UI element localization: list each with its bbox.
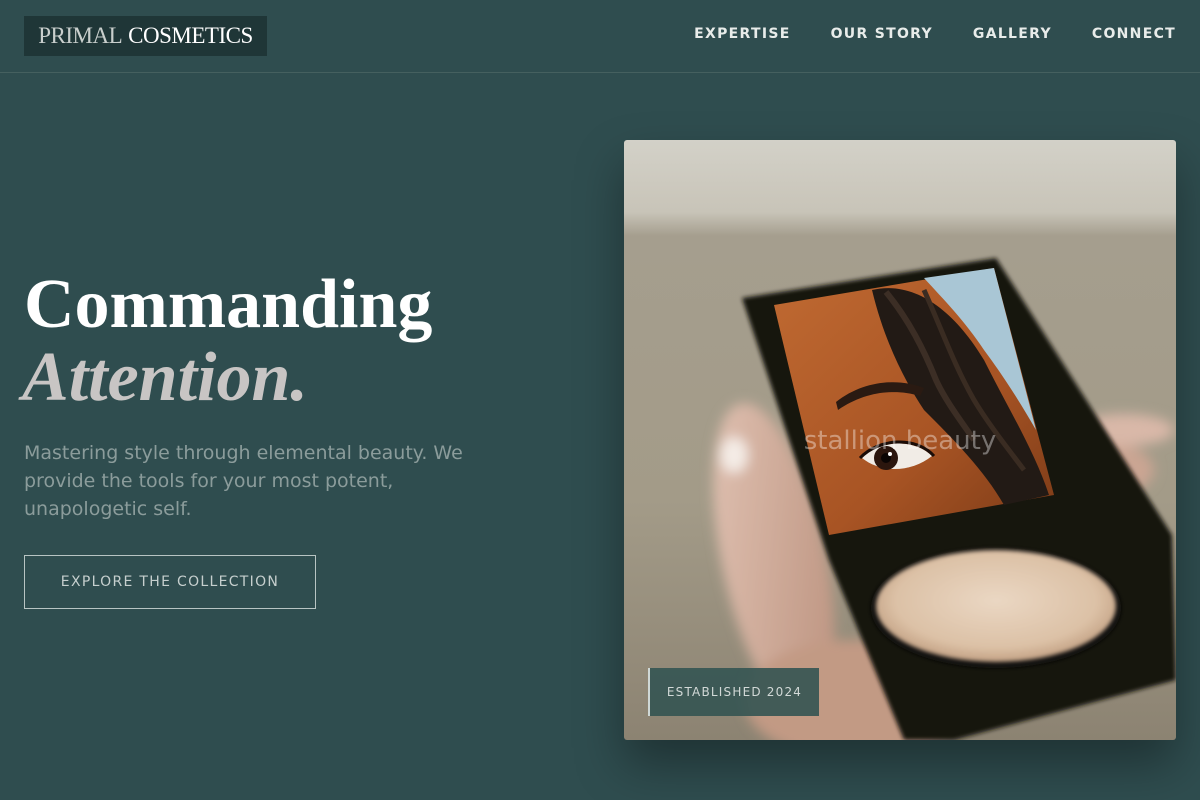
nav-item-expertise[interactable]: EXPERTISE (694, 26, 790, 42)
nav-item-connect[interactable]: CONNECT (1092, 26, 1176, 42)
hero-subtitle: Mastering style through elemental beauty… (24, 442, 463, 520)
photo-watermark: stallion beauty (803, 426, 997, 456)
hero-photo: stallion beauty ESTABLISHED 2024 (624, 140, 1176, 740)
logo-text-cosmetics: COSMETICS (128, 23, 253, 48)
main-nav: EXPERTISE OUR STORY GALLERY CONNECT (694, 26, 1176, 42)
established-badge: ESTABLISHED 2024 (648, 668, 819, 716)
nav-item-gallery[interactable]: GALLERY (973, 26, 1052, 42)
hero-title: Commanding Attention. (22, 266, 433, 416)
nav-item-our-story[interactable]: OUR STORY (831, 26, 933, 42)
hero-title-line2: Attention. (22, 339, 308, 416)
explore-collection-button[interactable]: EXPLORE THE COLLECTION (24, 555, 316, 609)
site-header: PRIMAL COSMETICS EXPERTISE OUR STORY GAL… (0, 0, 1200, 73)
logo-text-primal: PRIMAL (38, 23, 123, 48)
hero-title-line1: Commanding (24, 266, 433, 343)
brand-logo[interactable]: PRIMAL COSMETICS (24, 16, 267, 56)
